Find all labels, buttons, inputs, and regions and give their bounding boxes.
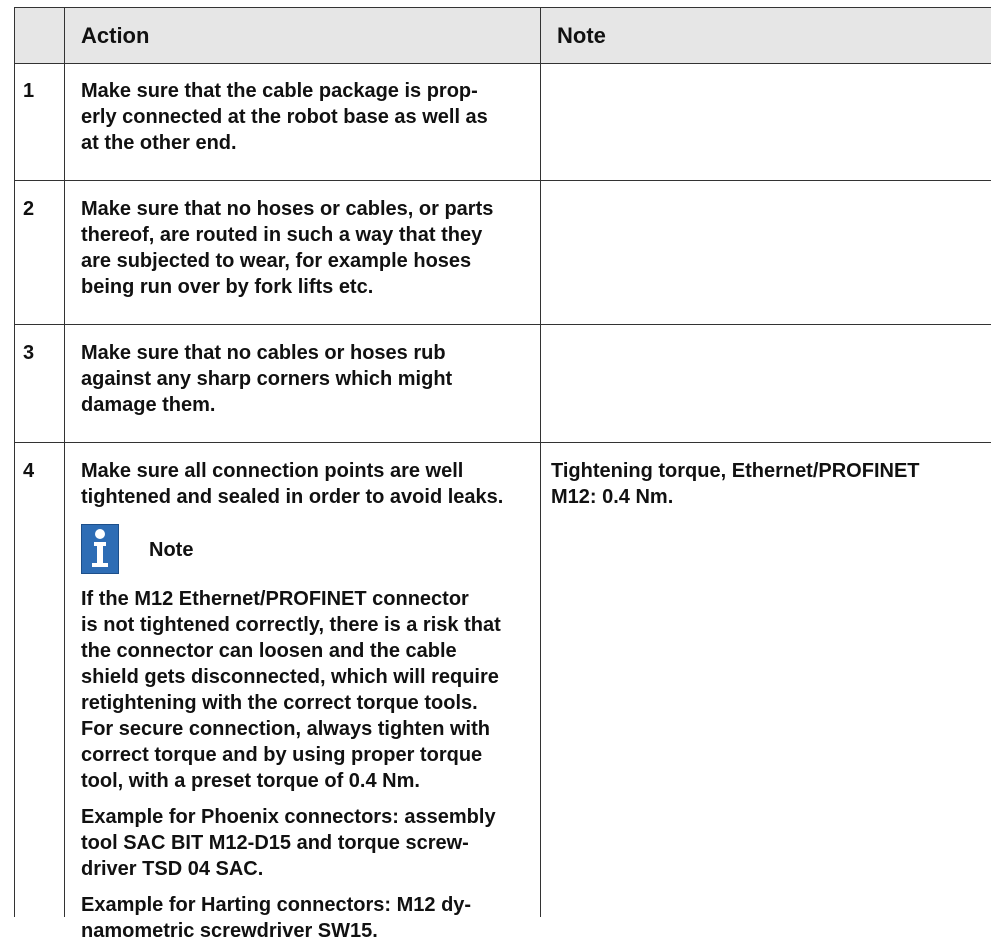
action-text: Make sure all connection points are well… <box>65 443 540 944</box>
action-text: Make sure that the cable package is prop… <box>81 80 488 154</box>
table-row: 2 Make sure that no hoses or cables, or … <box>15 181 991 325</box>
note-paragraph: If the M12 Ethernet/PROFINET connector i… <box>81 588 501 792</box>
action-cell: Make sure that no hoses or cables, or pa… <box>65 181 541 324</box>
table-header-row: Action Note <box>15 8 991 64</box>
table-row: 1 Make sure that the cable package is pr… <box>15 63 991 181</box>
info-icon <box>81 524 119 574</box>
action-cell: Make sure all connection points are well… <box>65 443 541 942</box>
note-text: Tightening torque, Ethernet/PROFINET M12… <box>551 460 920 508</box>
row-number-cell: 2 <box>15 181 65 324</box>
row-number-cell: 4 <box>15 443 65 917</box>
table-row: 4 Make sure all connection points are we… <box>15 443 991 942</box>
row-number: 1 <box>23 80 35 102</box>
action-cell: Make sure that the cable package is prop… <box>65 63 541 180</box>
header-cell-action: Action <box>65 8 541 63</box>
row-number: 3 <box>23 342 35 364</box>
note-paragraph: Example for Phoenix connectors: assembly… <box>81 806 496 880</box>
action-text: Make sure that no hoses or cables, or pa… <box>81 198 494 298</box>
table-row: 3 Make sure that no cables or hoses rub … <box>15 325 991 443</box>
note-callout: Note <box>81 524 530 576</box>
header-note-label: Note <box>557 23 606 48</box>
note-cell <box>541 63 991 180</box>
action-text: Make sure that no cables or hoses rub ag… <box>81 342 453 416</box>
maintenance-table: Action Note 1 Make sure that the cable p… <box>14 7 991 942</box>
note-cell <box>541 325 991 442</box>
row-number: 2 <box>23 198 35 220</box>
row-number-cell: 1 <box>15 63 65 180</box>
note-callout-title: Note <box>149 539 194 561</box>
header-cell-index <box>15 8 65 63</box>
row-number-cell: 3 <box>15 325 65 442</box>
note-paragraph: Example for Harting connectors: M12 dy- … <box>81 894 472 942</box>
note-cell <box>541 181 991 324</box>
note-cell: Tightening torque, Ethernet/PROFINET M12… <box>541 443 991 510</box>
row-number: 4 <box>23 460 35 482</box>
note-callout-body: If the M12 Ethernet/PROFINET connector i… <box>81 586 530 944</box>
header-cell-note: Note <box>541 8 991 63</box>
header-action-label: Action <box>81 23 150 48</box>
action-cell: Make sure that no cables or hoses rub ag… <box>65 325 541 442</box>
